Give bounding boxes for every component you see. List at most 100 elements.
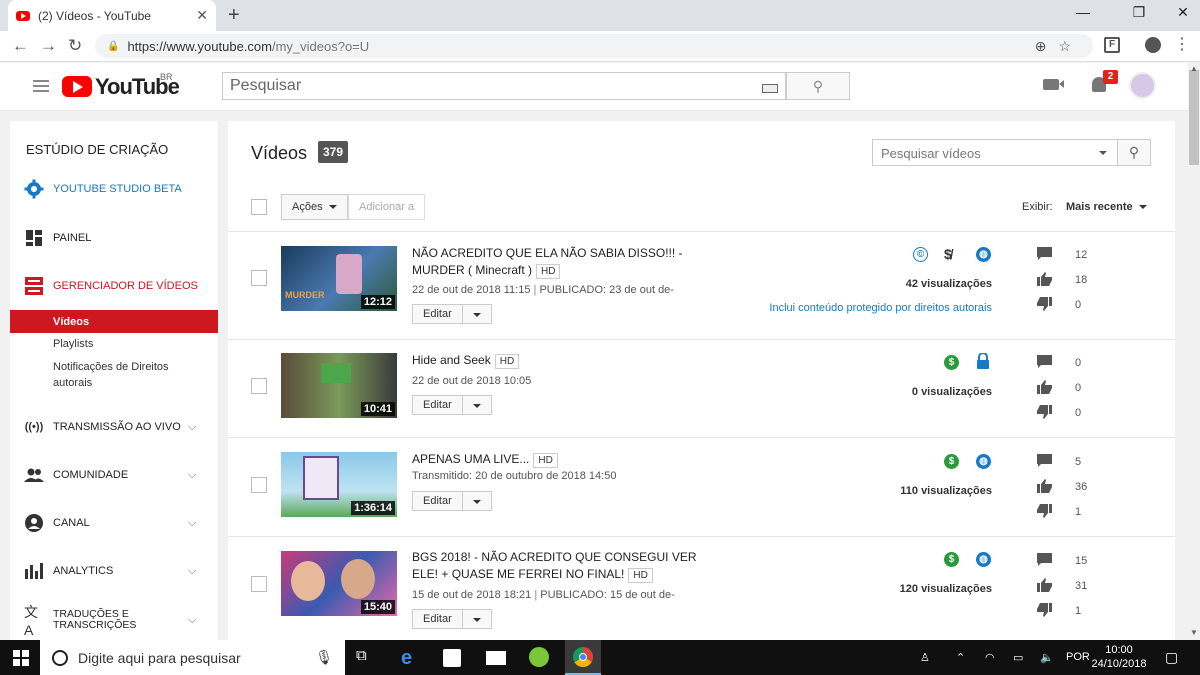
search-button[interactable]: ⚲ bbox=[786, 72, 850, 100]
clock-time: 10:00 bbox=[1105, 644, 1133, 656]
volume-icon[interactable]: 🔈 bbox=[1040, 651, 1054, 664]
copyright-notice-link[interactable]: Inclui conteúdo protegido por direitos a… bbox=[692, 302, 992, 314]
comment-icon bbox=[1037, 355, 1052, 368]
zoom-and-bookmark-icons[interactable]: ⊕☆ bbox=[1035, 38, 1093, 55]
youtube-logo-icon[interactable] bbox=[62, 76, 92, 97]
sidebar-item-video-manager[interactable]: GERENCIADOR DE VÍDEOS bbox=[10, 276, 218, 296]
private-lock-icon[interactable] bbox=[976, 352, 990, 369]
microphone-icon[interactable]: 🎙 bbox=[315, 649, 333, 666]
clock-date: 24/10/2018 bbox=[1091, 658, 1147, 670]
network-icon[interactable]: ◠ bbox=[985, 651, 995, 664]
monetized-dollar-icon[interactable]: $ bbox=[944, 355, 959, 370]
close-window-button[interactable]: ✕ bbox=[1160, 4, 1200, 21]
edit-button[interactable]: Editar bbox=[412, 304, 492, 324]
action-center-icon[interactable]: ▢ bbox=[1165, 649, 1178, 666]
sidebar-item-painel[interactable]: PAINEL bbox=[10, 228, 218, 248]
sort-dropdown[interactable]: Mais recente bbox=[1066, 201, 1147, 213]
video-title-link[interactable]: Hide and Seek HD bbox=[412, 352, 702, 369]
video-checkbox[interactable] bbox=[251, 378, 267, 394]
divider bbox=[228, 231, 1175, 232]
monetized-dollar-icon[interactable]: $ bbox=[944, 552, 959, 567]
video-dislikes-count: 0 bbox=[1075, 407, 1082, 419]
tab-close-icon[interactable]: ✕ bbox=[196, 7, 208, 24]
profile-icon[interactable] bbox=[1145, 37, 1161, 53]
sidebar-item-translations[interactable]: 文A TRADUÇÕES E TRANSCRIÇÕES ⌵ bbox=[10, 604, 218, 638]
search-videos-input[interactable]: Pesquisar vídeos bbox=[872, 139, 1118, 166]
mail-icon[interactable] bbox=[486, 651, 506, 665]
edge-browser-icon[interactable]: e bbox=[401, 647, 421, 669]
upload-video-icon[interactable] bbox=[1043, 79, 1064, 90]
caret-down-icon[interactable] bbox=[1099, 151, 1107, 155]
chevron-down-icon[interactable]: ⌵ bbox=[188, 565, 218, 578]
video-thumbnail[interactable]: 15:40 bbox=[281, 551, 397, 616]
back-icon[interactable]: ← bbox=[12, 36, 29, 56]
edit-button[interactable]: Editar bbox=[412, 609, 492, 629]
video-thumbnail[interactable]: MURDER 12:12 bbox=[281, 246, 397, 311]
chevron-down-icon[interactable]: ⌵ bbox=[188, 614, 218, 627]
scrollbar-thumb[interactable] bbox=[1189, 70, 1199, 165]
sidebar-subitem-copyright[interactable]: Notificações de Direitos autorais bbox=[53, 359, 193, 391]
task-view-icon[interactable]: ⧉ bbox=[356, 647, 376, 667]
new-tab-button[interactable]: + bbox=[228, 4, 240, 27]
search-input[interactable]: Pesquisar bbox=[222, 72, 786, 100]
video-published: PUBLICADO: 15 de out de- bbox=[540, 589, 675, 601]
edit-button[interactable]: Editar bbox=[412, 491, 492, 511]
sidebar-item-studio-beta[interactable]: YOUTUBE STUDIO BETA bbox=[10, 179, 218, 199]
url-field[interactable]: 🔒 https://www.youtube.com/my_videos?o=U … bbox=[95, 34, 1093, 58]
maximize-button[interactable]: ❐ bbox=[1116, 4, 1162, 21]
search-videos-button[interactable]: ⚲ bbox=[1117, 139, 1151, 166]
taskbar-search-input[interactable]: Digite aqui para pesquisar 🎙 bbox=[40, 640, 345, 675]
monetized-dollar-icon[interactable]: $ bbox=[944, 454, 959, 469]
store-icon[interactable] bbox=[443, 649, 461, 667]
community-icon bbox=[24, 466, 44, 484]
video-title-link[interactable]: BGS 2018! - NÃO ACREDITO QUE CONSEGUI VE… bbox=[412, 549, 702, 583]
public-globe-icon[interactable]: ◍ bbox=[976, 454, 991, 469]
sidebar-subitem-videos[interactable]: Vídeos bbox=[53, 316, 89, 328]
video-checkbox[interactable] bbox=[251, 477, 267, 493]
extension-icon[interactable]: F bbox=[1104, 37, 1120, 53]
forward-icon[interactable]: → bbox=[40, 36, 57, 56]
tray-expand-icon[interactable]: ⌃ bbox=[956, 651, 965, 664]
clock[interactable]: 10:00 24/10/2018 bbox=[1090, 643, 1148, 671]
copyright-icon[interactable]: © bbox=[913, 247, 928, 262]
edit-button[interactable]: Editar bbox=[412, 395, 492, 415]
video-checkbox[interactable] bbox=[251, 270, 267, 286]
sidebar-item-channel[interactable]: CANAL ⌵ bbox=[10, 513, 218, 533]
select-all-checkbox[interactable] bbox=[251, 199, 267, 215]
actions-dropdown[interactable]: Ações bbox=[281, 194, 348, 220]
public-globe-icon[interactable]: ◍ bbox=[976, 552, 991, 567]
public-globe-icon[interactable]: ◍ bbox=[976, 247, 991, 262]
people-icon[interactable]: ♙ bbox=[920, 651, 930, 664]
sidebar-item-label: PAINEL bbox=[53, 232, 92, 244]
caret-down-icon bbox=[472, 313, 481, 317]
battery-icon[interactable]: ▭ bbox=[1013, 651, 1023, 664]
video-title-link[interactable]: NÃO ACREDITO QUE ELA NÃO SABIA DISSO!!! … bbox=[412, 245, 702, 279]
video-checkbox[interactable] bbox=[251, 576, 267, 592]
chevron-down-icon[interactable]: ⌵ bbox=[188, 517, 218, 530]
add-to-button[interactable]: Adicionar a bbox=[348, 194, 426, 220]
keyboard-icon[interactable] bbox=[762, 84, 778, 93]
sidebar-item-community[interactable]: COMUNIDADE ⌵ bbox=[10, 465, 218, 485]
hamburger-menu-icon[interactable] bbox=[33, 80, 49, 92]
browser-tab[interactable]: (2) Vídeos - YouTube ✕ bbox=[8, 0, 216, 31]
video-title-link[interactable]: APENAS UMA LIVE... HD bbox=[412, 451, 702, 468]
chevron-down-icon[interactable]: ⌵ bbox=[188, 469, 218, 482]
reload-icon[interactable]: ↻ bbox=[68, 36, 82, 56]
video-thumbnail[interactable]: 1:36:14 bbox=[281, 452, 397, 517]
minimize-button[interactable]: — bbox=[1060, 4, 1106, 20]
chrome-icon[interactable] bbox=[573, 647, 593, 667]
sidebar-subitem-playlists[interactable]: Playlists bbox=[53, 338, 93, 350]
utorrent-icon[interactable] bbox=[529, 647, 549, 667]
video-thumbnail[interactable]: 10:41 bbox=[281, 353, 397, 418]
windows-start-icon[interactable] bbox=[13, 650, 29, 666]
sidebar-item-analytics[interactable]: ANALYTICS ⌵ bbox=[10, 561, 218, 581]
language-indicator[interactable]: POR bbox=[1066, 651, 1090, 663]
menu-icon[interactable]: ⋮ bbox=[1174, 34, 1190, 54]
like-icon bbox=[1037, 479, 1052, 493]
chevron-down-icon[interactable]: ⌵ bbox=[188, 421, 218, 434]
user-avatar[interactable] bbox=[1129, 72, 1156, 99]
sidebar-item-live[interactable]: ((•)) TRANSMISSÃO AO VIVO ⌵ bbox=[10, 417, 218, 437]
no-monetization-icon[interactable]: $̸ bbox=[944, 246, 952, 262]
scroll-up-arrow-icon[interactable]: ▲ bbox=[1190, 64, 1198, 73]
scroll-down-arrow-icon[interactable]: ▼ bbox=[1190, 628, 1198, 637]
